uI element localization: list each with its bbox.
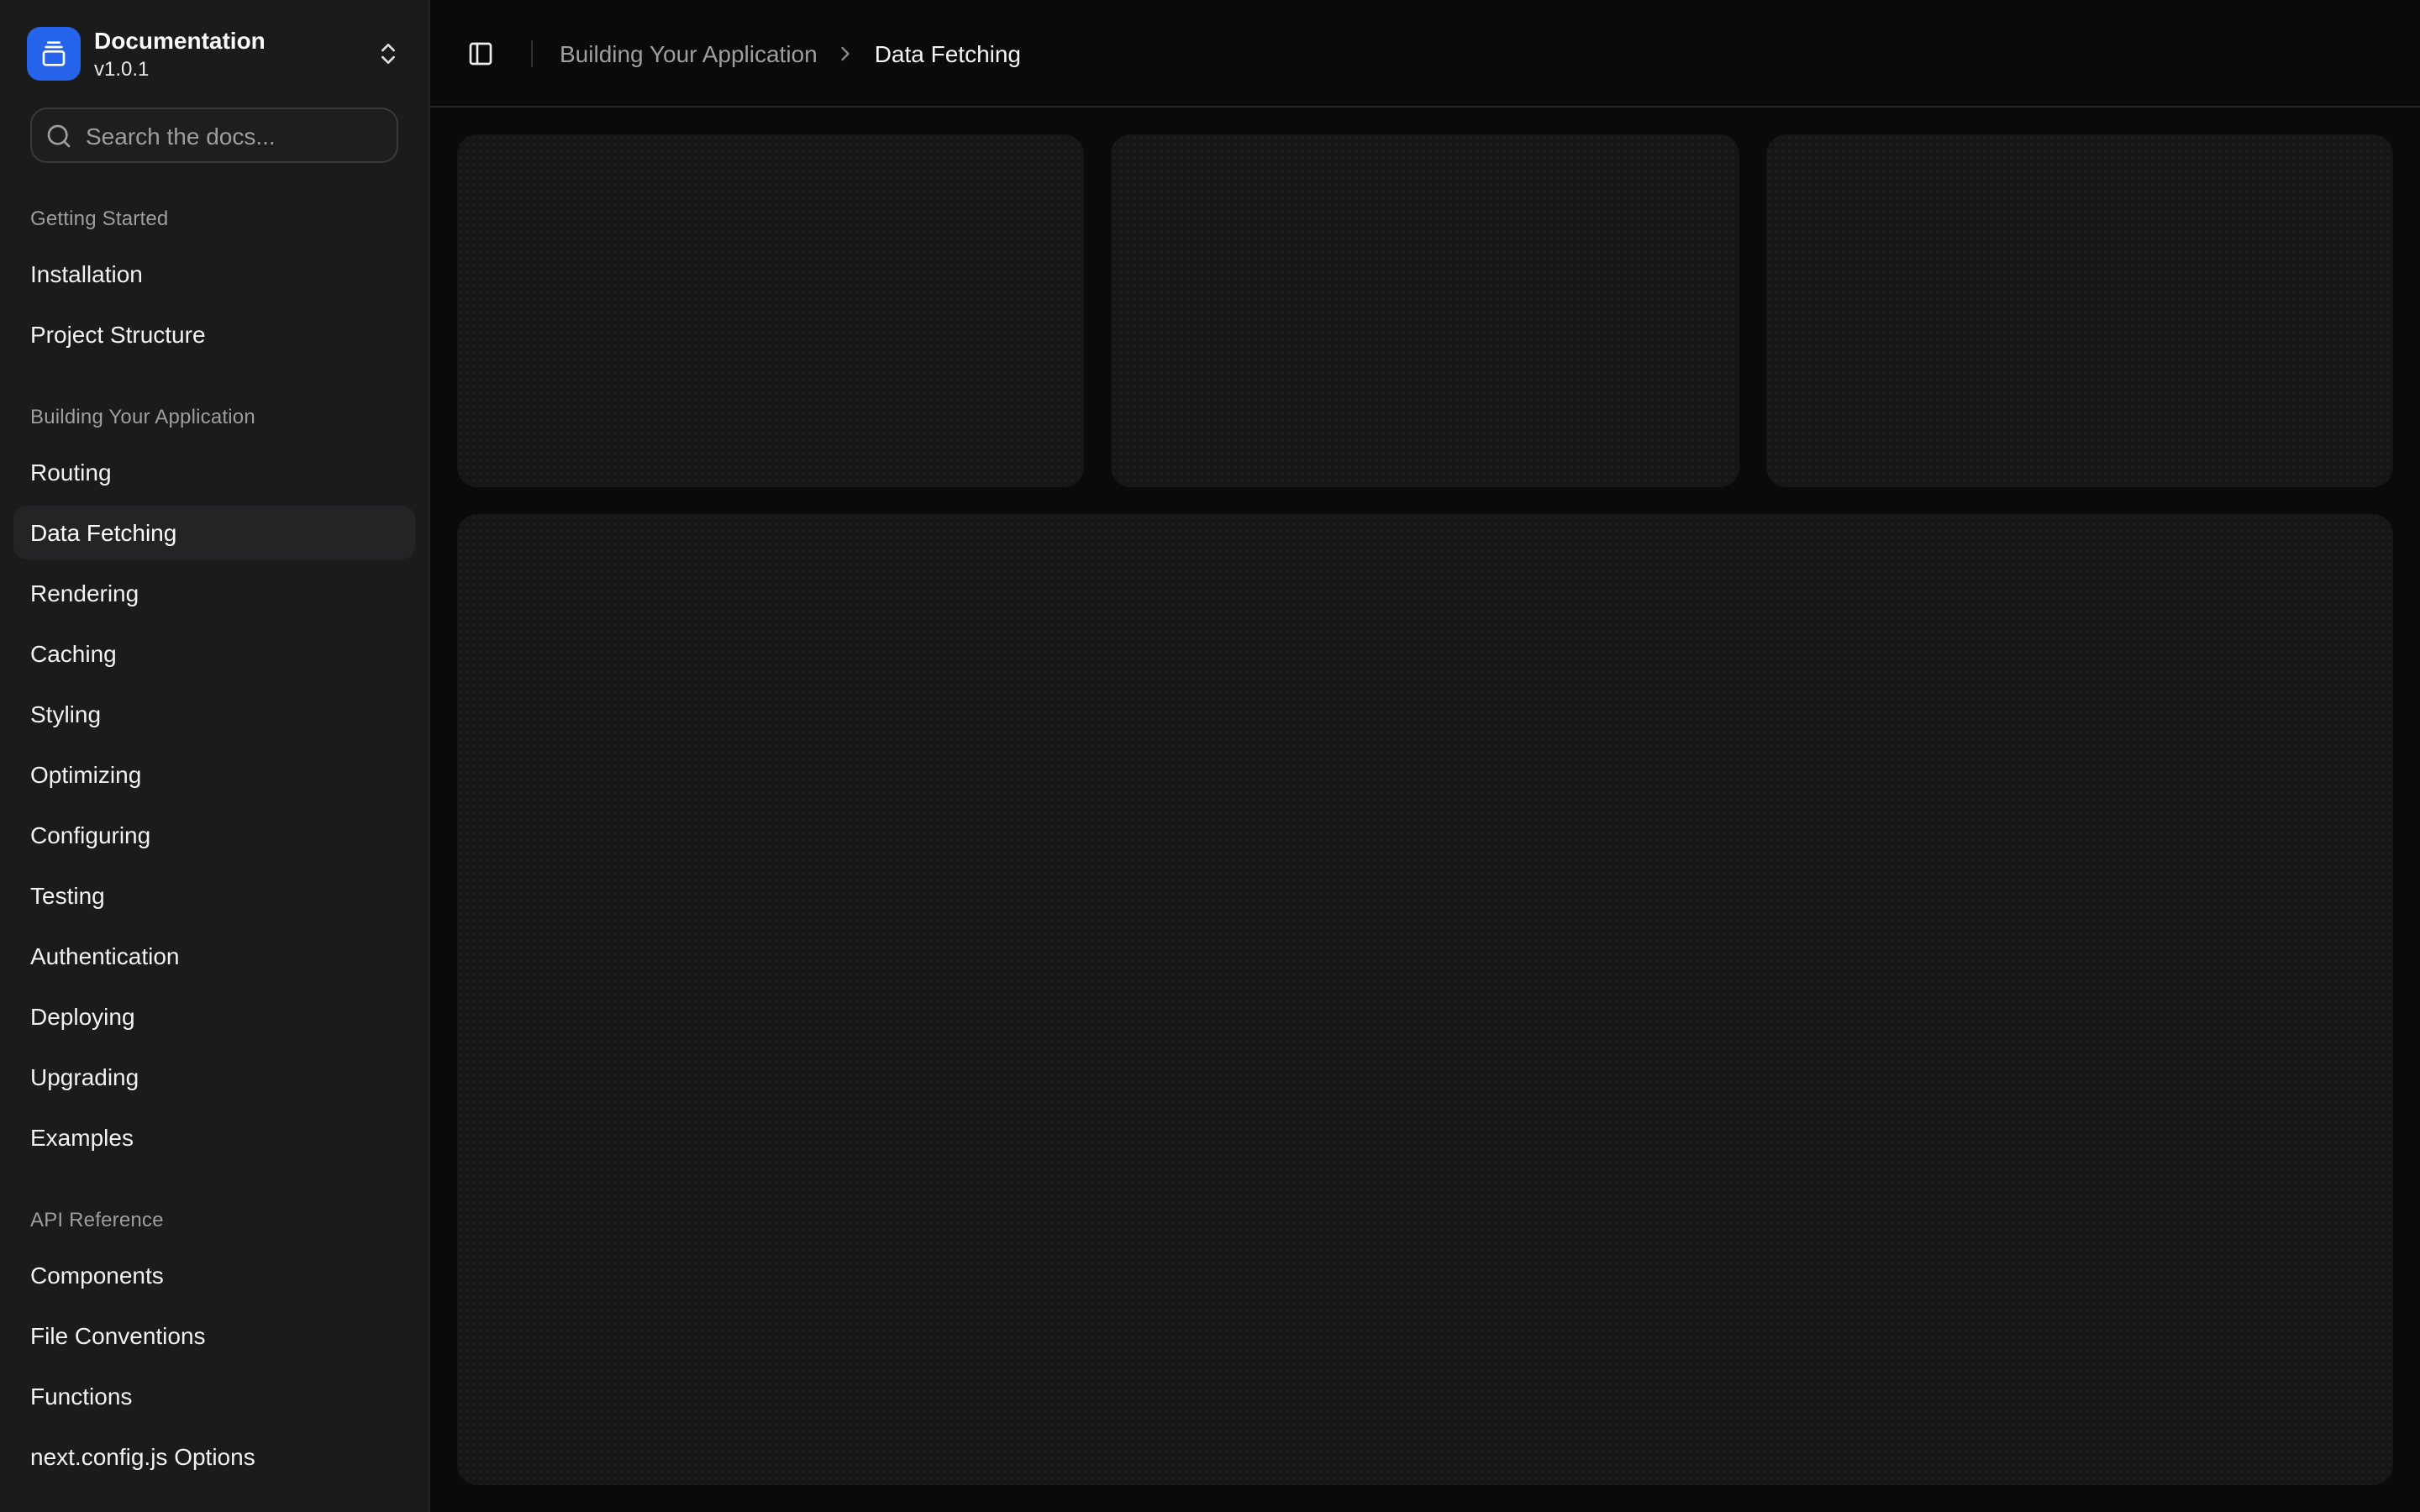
sidebar-item-deploying[interactable]: Deploying (13, 990, 415, 1043)
team-logo (27, 27, 81, 81)
app-root: Documentation v1.0.1 Getting StartedInst… (0, 0, 2420, 1512)
breadcrumb-parent-link[interactable]: Building Your Application (560, 39, 818, 66)
panel-left-icon (467, 39, 494, 66)
placeholder-card (1112, 134, 1739, 487)
nav-item: Styling (13, 687, 415, 741)
placeholder-card (457, 134, 1085, 487)
nav-item: Optimizing (13, 748, 415, 801)
sidebar-item-styling[interactable]: Styling (13, 687, 415, 741)
nav-group-label: API Reference (13, 1194, 415, 1245)
main-area: Building Your Application Data Fetching (430, 0, 2420, 1512)
nav-group: API ReferenceComponents File Conventions F… (13, 1194, 415, 1483)
nav-item: Caching (13, 627, 415, 680)
nav-list: Components File Conventions Functions next.… (13, 1248, 415, 1483)
team-switcher-button[interactable]: Documentation v1.0.1 (13, 13, 415, 94)
sidebar-item-testing[interactable]: Testing (13, 869, 415, 922)
nav-item: Installation (13, 247, 415, 301)
nav-group-label: Building Your Application (13, 391, 415, 442)
sidebar-item-upgrading[interactable]: Upgrading (13, 1050, 415, 1104)
breadcrumb-current: Data Fetching (875, 39, 1021, 66)
nav-group: Building Your ApplicationRouting Data Fet… (13, 391, 415, 1164)
nav-item: Configuring (13, 808, 415, 862)
sidebar-item-authentication[interactable]: Authentication (13, 929, 415, 983)
chevrons-up-down-icon (375, 40, 402, 67)
nav-item: Testing (13, 869, 415, 922)
nav-item: Deploying (13, 990, 415, 1043)
nav-item: Routing (13, 445, 415, 499)
team-version: v1.0.1 (94, 57, 361, 81)
sidebar-item-project-structure[interactable]: Project Structure (13, 307, 415, 361)
sidebar-nav: Getting StartedInstallation Project Struc… (13, 163, 415, 1499)
placeholder-panel (457, 514, 2393, 1485)
sidebar-item-components[interactable]: Components (13, 1248, 415, 1302)
sidebar-item-data-fetching[interactable]: Data Fetching (13, 506, 415, 559)
nav-list: Routing Data Fetching Rendering Caching Styl… (13, 445, 415, 1164)
sidebar-item-examples[interactable]: Examples (13, 1110, 415, 1164)
sidebar-item-configuring[interactable]: Configuring (13, 808, 415, 862)
sidebar: Documentation v1.0.1 Getting StartedInst… (0, 0, 430, 1512)
nav-item: Project Structure (13, 307, 415, 361)
placeholder-card-row (457, 134, 2393, 487)
sidebar-item-caching[interactable]: Caching (13, 627, 415, 680)
sidebar-item-next-config-js-options[interactable]: next.config.js Options (13, 1430, 415, 1483)
header-separator (531, 39, 533, 66)
nav-item: Components (13, 1248, 415, 1302)
nav-item: next.config.js Options (13, 1430, 415, 1483)
nav-group-label: Getting Started (13, 193, 415, 244)
sidebar-item-installation[interactable]: Installation (13, 247, 415, 301)
sidebar-item-rendering[interactable]: Rendering (13, 566, 415, 620)
gallery-vertical-end-icon (40, 40, 67, 67)
search-input[interactable] (30, 108, 398, 163)
team-text: Documentation v1.0.1 (94, 27, 361, 81)
topbar: Building Your Application Data Fetching (430, 0, 2420, 108)
team-name: Documentation (94, 27, 361, 55)
page-content (430, 108, 2420, 1512)
sidebar-item-routing[interactable]: Routing (13, 445, 415, 499)
sidebar-toggle-button[interactable] (457, 29, 504, 76)
nav-list: Installation Project Structure (13, 247, 415, 361)
nav-item: Upgrading (13, 1050, 415, 1104)
nav-item: Examples (13, 1110, 415, 1164)
sidebar-item-functions[interactable]: Functions (13, 1369, 415, 1423)
nav-item: Data Fetching (13, 506, 415, 559)
sidebar-item-optimizing[interactable]: Optimizing (13, 748, 415, 801)
placeholder-card (1765, 134, 2393, 487)
nav-item: Rendering (13, 566, 415, 620)
nav-item: Authentication (13, 929, 415, 983)
sidebar-item-file-conventions[interactable]: File Conventions (13, 1309, 415, 1362)
nav-item: File Conventions (13, 1309, 415, 1362)
chevron-right-icon (834, 41, 858, 65)
nav-item: Functions (13, 1369, 415, 1423)
nav-group: Getting StartedInstallation Project Struc… (13, 193, 415, 361)
breadcrumb: Building Your Application Data Fetching (560, 39, 1021, 66)
search-form (30, 108, 398, 163)
